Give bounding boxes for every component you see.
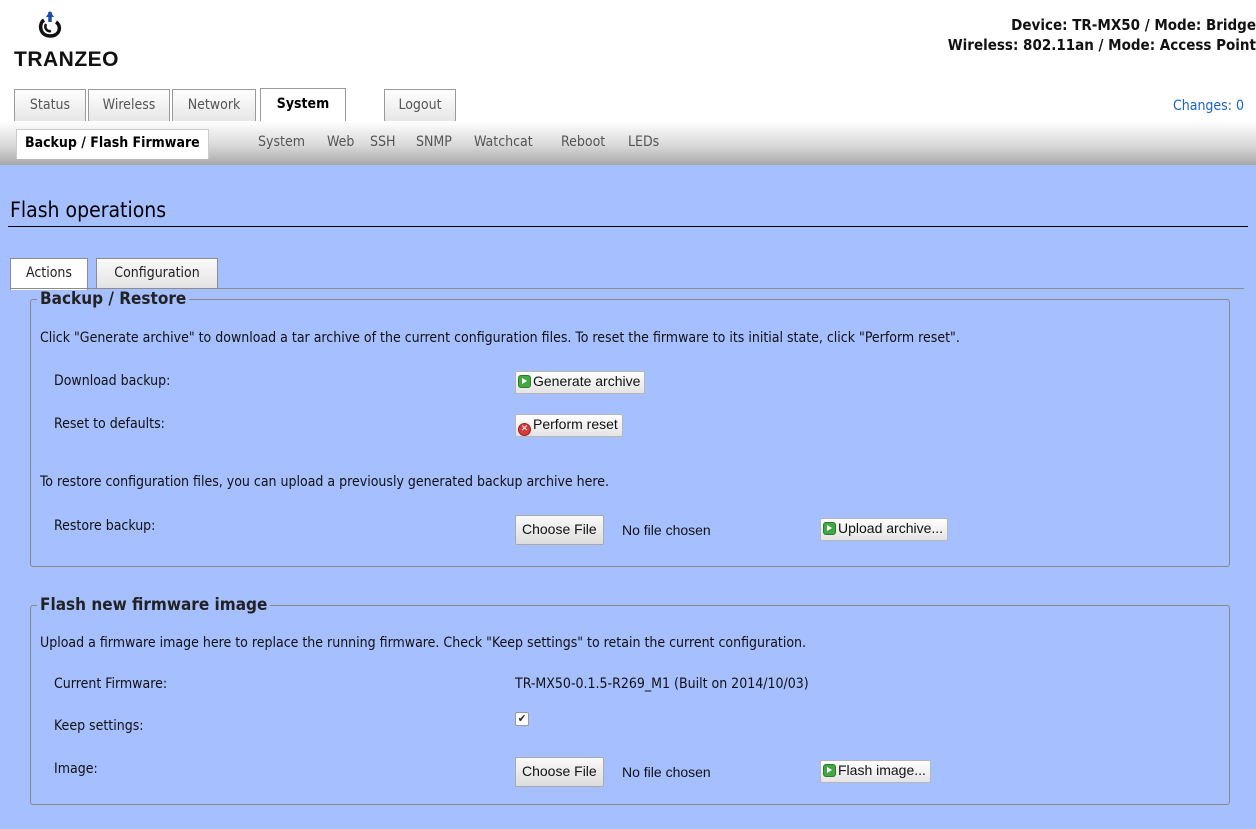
upload-archive-button[interactable]: Upload archive... (820, 518, 949, 541)
image-file-status: No file chosen (622, 764, 711, 780)
green-arrow-icon (823, 764, 836, 777)
device-mode-line: Device: TR-MX50 / Mode: Bridge (1011, 16, 1256, 34)
current-firmware-label: Current Firmware: (54, 676, 168, 692)
logo-text: TRANZEO (14, 48, 119, 71)
restore-choose-file-button[interactable]: Choose File (515, 515, 604, 545)
perform-reset-label: Perform reset (533, 416, 618, 432)
tab-wireless[interactable]: Wireless (88, 89, 170, 121)
flash-description: Upload a firmware image here to replace … (40, 635, 807, 651)
subtab-bar: Backup / Flash Firmware System Web SSH S… (0, 121, 1256, 165)
subtab-web[interactable]: Web (327, 129, 354, 156)
green-arrow-icon (823, 522, 836, 535)
subtab-ssh[interactable]: SSH (370, 129, 395, 156)
backup-restore-legend: Backup / Restore (40, 289, 187, 309)
keep-settings-label: Keep settings: (54, 718, 144, 734)
tab-system[interactable]: System (260, 88, 346, 122)
download-backup-label: Download backup: (54, 373, 171, 389)
tab-actions[interactable]: Actions (10, 258, 88, 290)
red-x-icon: ✕ (518, 423, 531, 436)
upload-archive-label: Upload archive... (838, 520, 944, 536)
tab-status[interactable]: Status (14, 89, 86, 121)
image-choose-file-button[interactable]: Choose File (515, 757, 604, 787)
title-divider (8, 226, 1248, 227)
device-info: Device: TR-MX50 / Mode: Bridge Wireless:… (948, 15, 1256, 55)
tranzeo-logo: TRANZEO (14, 10, 174, 72)
tab-logout[interactable]: Logout (384, 89, 456, 121)
changes-counter[interactable]: Changes: 0 (1173, 98, 1244, 114)
flash-image-button[interactable]: Flash image... (820, 760, 931, 783)
subtab-backup-flash[interactable]: Backup / Flash Firmware (16, 129, 209, 159)
backup-description: Click "Generate archive" to download a t… (40, 330, 960, 346)
reset-defaults-label: Reset to defaults: (54, 416, 165, 432)
flash-firmware-legend: Flash new firmware image (40, 595, 268, 615)
current-firmware-value: TR-MX50-0.1.5-R269_M1 (Built on 2014/10/… (515, 676, 809, 692)
keep-settings-checkbox[interactable]: ✔ (515, 712, 529, 726)
subtab-system[interactable]: System (258, 129, 305, 156)
restore-file-status: No file chosen (622, 522, 711, 538)
tab-configuration[interactable]: Configuration (96, 258, 218, 289)
subtab-watchcat[interactable]: Watchcat (474, 129, 533, 156)
tab-network[interactable]: Network (172, 89, 256, 121)
subtab-leds[interactable]: LEDs (628, 129, 659, 156)
generate-archive-button[interactable]: Generate archive (515, 371, 646, 394)
perform-reset-button[interactable]: ✕ Perform reset (515, 414, 623, 437)
subtab-reboot[interactable]: Reboot (561, 129, 605, 156)
restore-note: To restore configuration files, you can … (40, 474, 610, 490)
generate-archive-label: Generate archive (533, 373, 641, 389)
wireless-mode-line: Wireless: 802.11an / Mode: Access Point (947, 36, 1256, 54)
subtab-snmp[interactable]: SNMP (416, 129, 452, 156)
flash-image-label: Flash image... (838, 762, 926, 778)
image-label: Image: (54, 761, 98, 777)
page-title: Flash operations (10, 198, 167, 222)
restore-backup-label: Restore backup: (54, 518, 156, 534)
logo-swirl-icon (38, 11, 62, 38)
green-arrow-icon (518, 375, 531, 388)
